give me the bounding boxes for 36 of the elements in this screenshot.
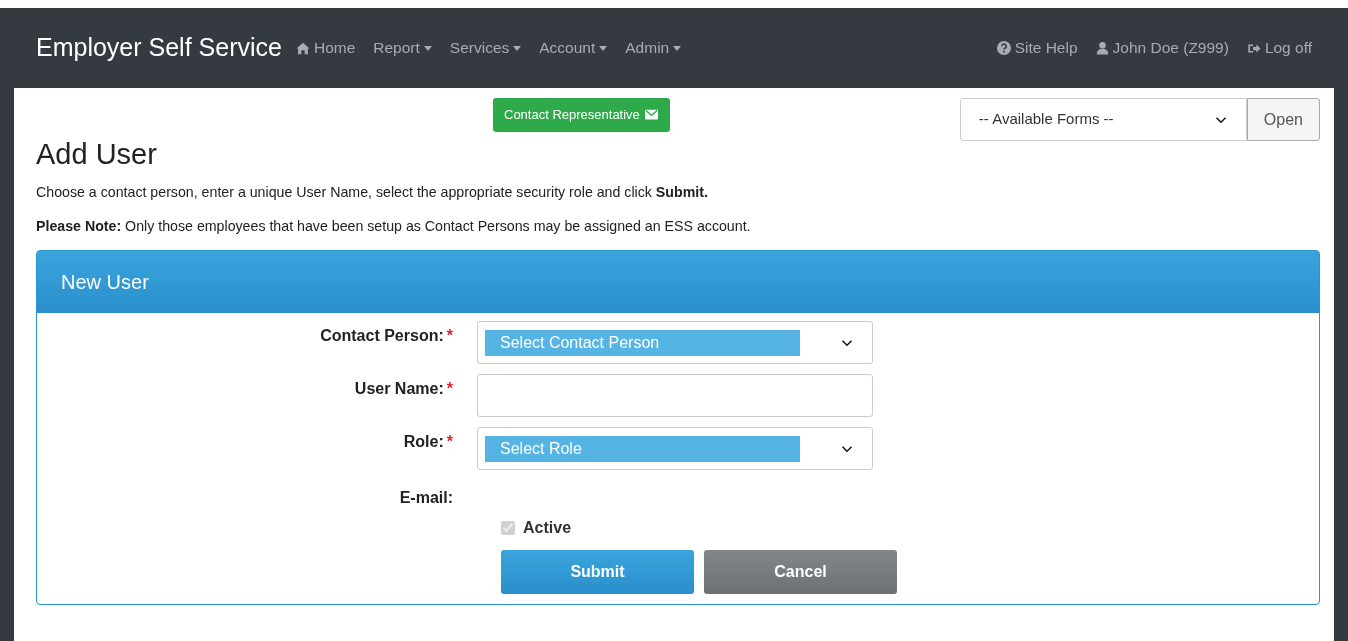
nav-link[interactable]: Admin	[625, 36, 682, 60]
checkbox-label: Active	[523, 518, 572, 539]
forms-dropdown[interactable]: -- Available Forms --	[959, 98, 1247, 141]
nav-link[interactable]: Account	[539, 36, 608, 60]
contact-representative-button[interactable]: Contact Representative	[493, 98, 670, 132]
nav-link[interactable]: Report	[373, 36, 432, 60]
help-icon	[996, 41, 1011, 55]
required-asterisk: *	[446, 327, 453, 345]
user-icon	[1095, 41, 1109, 55]
instruction-text: Please Note: Only those employees that have been setup as Contact Persons may be assigned an ESS account.	[36, 217, 752, 237]
caret-icon	[423, 45, 432, 51]
brand-title: Employer Self Service	[36, 32, 282, 64]
nav-link[interactable]: Services	[449, 36, 522, 60]
page-title: Add User	[36, 137, 158, 172]
submit-button[interactable]: Submit	[501, 550, 694, 595]
panel-header: New User	[37, 251, 1319, 314]
caret-icon	[513, 45, 522, 51]
open-button[interactable]: Open	[1246, 98, 1320, 141]
caret-icon	[599, 45, 608, 51]
field-label: E-mail:	[399, 489, 453, 507]
nav-link[interactable]: John Doe (Z999)	[1095, 36, 1229, 60]
home-icon	[295, 41, 310, 55]
envelope-icon	[643, 108, 659, 122]
cancel-button[interactable]: Cancel	[704, 550, 897, 595]
nav-link[interactable]: Home	[295, 36, 356, 60]
field-label: User Name:	[354, 380, 444, 398]
required-asterisk: *	[446, 433, 453, 451]
log-off-icon	[1246, 41, 1261, 55]
field-label: Contact Person:	[320, 327, 444, 345]
nav-link[interactable]: Log off	[1246, 36, 1312, 60]
required-asterisk: *	[446, 380, 453, 398]
instruction-text: Choose a contact person, enter a unique User Name, select the appropriate security role and click Submit.	[36, 182, 709, 202]
text-field[interactable]	[477, 374, 873, 418]
caret-icon	[673, 45, 682, 51]
nav-link[interactable]: Site Help	[996, 36, 1078, 60]
field-label: Role:	[403, 433, 444, 451]
